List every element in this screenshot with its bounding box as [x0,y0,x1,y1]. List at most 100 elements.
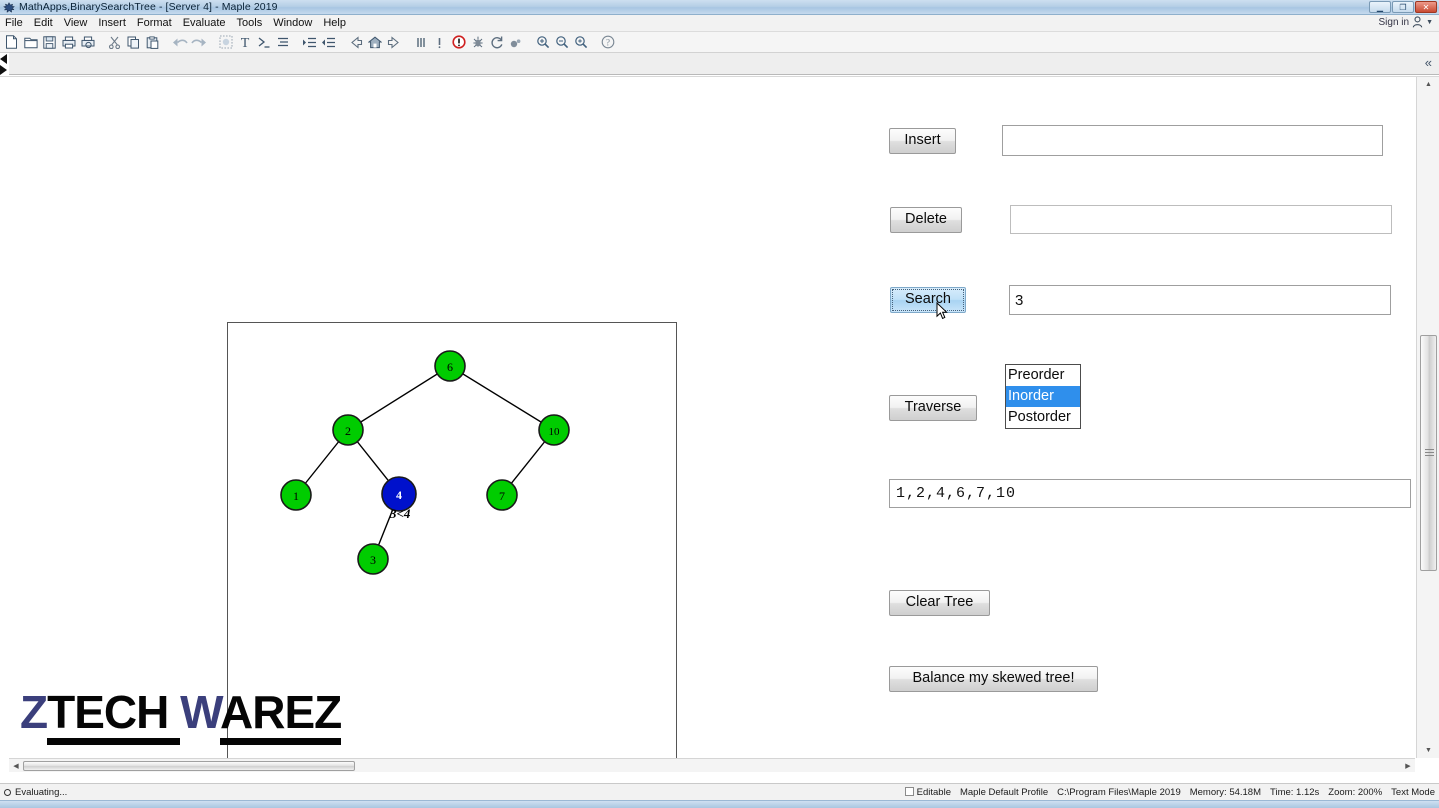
menu-evaluate[interactable]: Evaluate [178,16,232,30]
vertical-scrollbar-thumb[interactable] [1420,335,1437,571]
menu-help[interactable]: Help [318,16,352,30]
editable-label: Editable [916,787,951,798]
zoom-out-icon[interactable] [552,33,571,52]
search-button[interactable]: Search [890,287,966,313]
svg-text:?: ? [606,38,610,48]
traverse-listbox[interactable]: Preorder Inorder Postorder [1005,364,1081,429]
triangle-right-icon[interactable] [0,64,7,75]
document-area[interactable]: 6 2 10 1 4 7 3 3<4 Insert Delete Search … [9,77,1415,758]
search-input[interactable] [1009,285,1391,315]
window-controls: ▁ ❐ ✕ [1369,1,1437,13]
execute-all-icon[interactable] [411,33,430,52]
navigate-forward-icon[interactable] [384,33,403,52]
toolbar-separator [525,33,533,52]
traverse-option-inorder[interactable]: Inorder [1006,386,1080,407]
menu-format[interactable]: Format [132,16,178,30]
execute-icon[interactable] [430,33,449,52]
stop-icon[interactable] [449,33,468,52]
status-right: Editable Maple Default Profile C:\Progra… [904,784,1435,801]
new-document-icon[interactable] [2,33,21,52]
insert-button[interactable]: Insert [889,127,956,154]
triangle-up-icon[interactable]: ▲ [1417,77,1439,92]
tree-edges [295,365,555,560]
traverse-option-postorder[interactable]: Postorder [1006,407,1080,428]
insert-row: Insert [889,125,1383,156]
chevron-double-left-icon[interactable]: « [1422,55,1435,71]
menu-tools[interactable]: Tools [232,16,269,30]
toolbar-separator [338,33,346,52]
traverse-row: Traverse Preorder Inorder Postorder [889,364,1081,429]
help-icon[interactable]: ? [598,33,617,52]
triangle-left-icon[interactable] [0,53,7,64]
toolbar-separator [403,33,411,52]
zoom-status[interactable]: Zoom: 200% [1328,787,1382,798]
copy-icon[interactable] [124,33,143,52]
menu-view[interactable]: View [59,16,94,30]
indent-increase-icon[interactable] [300,33,319,52]
traversal-result-field[interactable]: 1,2,4,6,7,10 [889,479,1411,508]
tree-node-label-2: 2 [345,424,351,438]
insert-input[interactable] [1002,125,1383,156]
checkbox-icon[interactable] [904,787,914,796]
desktop-taskbar [0,800,1439,808]
toolbar-separator [97,33,105,52]
editable-status[interactable]: Editable [904,787,951,798]
menu-insert[interactable]: Insert [93,16,132,30]
zoom-in-icon[interactable] [533,33,552,52]
palette-dot-icon[interactable] [506,33,525,52]
menu-window[interactable]: Window [268,16,318,30]
print-preview-icon[interactable] [78,33,97,52]
home-icon[interactable] [365,33,384,52]
delete-input[interactable] [1010,205,1392,234]
watermark-tech: TECH [47,686,181,745]
balance-tree-button[interactable]: Balance my skewed tree! [889,666,1098,692]
triangle-left-icon[interactable]: ◀ [9,759,23,772]
traverse-option-preorder[interactable]: Preorder [1006,365,1080,386]
undo-icon[interactable] [170,33,189,52]
mode-status[interactable]: Text Mode [1391,787,1435,798]
vertical-scrollbar[interactable]: ▲ ▼ [1416,77,1439,758]
restore-icon[interactable]: ❐ [1392,1,1414,13]
minimize-icon[interactable]: ▁ [1369,1,1391,13]
debug-icon[interactable] [468,33,487,52]
print-icon[interactable] [59,33,78,52]
edge-6-10 [449,365,555,431]
maple-leaf-icon [3,1,15,13]
scrollbar-grip-icon [1425,449,1434,457]
section-icon[interactable] [273,33,292,52]
palette-expand-handles[interactable] [0,53,9,75]
toolbar-separator [162,33,170,52]
clear-tree-button[interactable]: Clear Tree [889,590,990,616]
chevron-down-icon[interactable]: ▼ [1426,19,1433,26]
paste-icon[interactable] [143,33,162,52]
traverse-button[interactable]: Traverse [889,394,977,421]
text-mode-icon[interactable]: T [235,33,254,52]
delete-button[interactable]: Delete [890,206,962,233]
navigate-back-icon[interactable] [346,33,365,52]
save-icon[interactable] [40,33,59,52]
workspace: 6 2 10 1 4 7 3 3<4 Insert Delete Search … [0,76,1439,772]
tree-node-label-1: 1 [293,489,299,503]
tree-node-label-3: 3 [370,553,376,567]
restart-kernel-icon[interactable] [487,33,506,52]
watermark-z: Z [20,686,48,738]
math-mode-icon[interactable] [216,33,235,52]
edge-6-2 [347,365,451,431]
zoom-reset-icon[interactable] [571,33,590,52]
triangle-right-icon[interactable]: ▶ [1401,759,1415,772]
horizontal-scrollbar-thumb[interactable] [23,761,355,771]
triangle-down-icon[interactable]: ▼ [1417,743,1439,758]
window-titlebar: MathApps,BinarySearchTree - [Server 4] -… [0,0,1439,15]
watermark-overlay: ZTECH WAREZ [20,686,342,745]
time-status: Time: 1.12s [1270,787,1320,798]
redo-icon[interactable] [189,33,208,52]
open-document-icon[interactable] [21,33,40,52]
close-icon[interactable]: ✕ [1415,1,1437,13]
menu-file[interactable]: File [0,16,29,30]
horizontal-scrollbar[interactable]: ◀ ▶ [9,758,1415,772]
menu-edit[interactable]: Edit [29,16,59,30]
signin-area[interactable]: Sign in ▼ [1378,16,1433,28]
cut-icon[interactable] [105,33,124,52]
indent-decrease-icon[interactable] [319,33,338,52]
prompt-mode-icon[interactable] [254,33,273,52]
